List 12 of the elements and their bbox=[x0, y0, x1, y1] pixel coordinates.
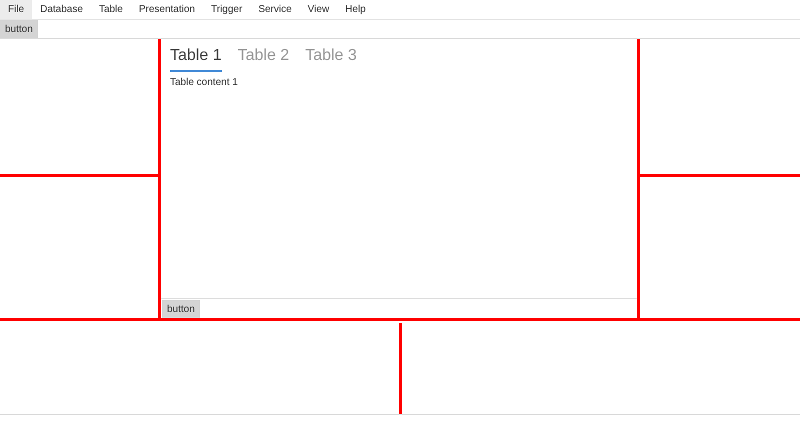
toolbar-button[interactable]: button bbox=[0, 20, 38, 38]
menu-item[interactable]: Help bbox=[337, 0, 374, 19]
menu-item[interactable]: Table bbox=[90, 0, 131, 19]
menu-item[interactable]: Database bbox=[32, 0, 91, 19]
tab[interactable]: Table 1 bbox=[170, 44, 222, 72]
menu-item[interactable]: Trigger bbox=[203, 0, 250, 19]
menu-item[interactable]: Service bbox=[250, 0, 300, 19]
menu-item[interactable]: View bbox=[300, 0, 338, 19]
menu-item[interactable]: File bbox=[0, 0, 32, 19]
panel-button[interactable]: button bbox=[162, 300, 200, 318]
menu-item[interactable]: Presentation bbox=[130, 0, 203, 19]
tab-content-text: Table content 1 bbox=[169, 76, 239, 90]
